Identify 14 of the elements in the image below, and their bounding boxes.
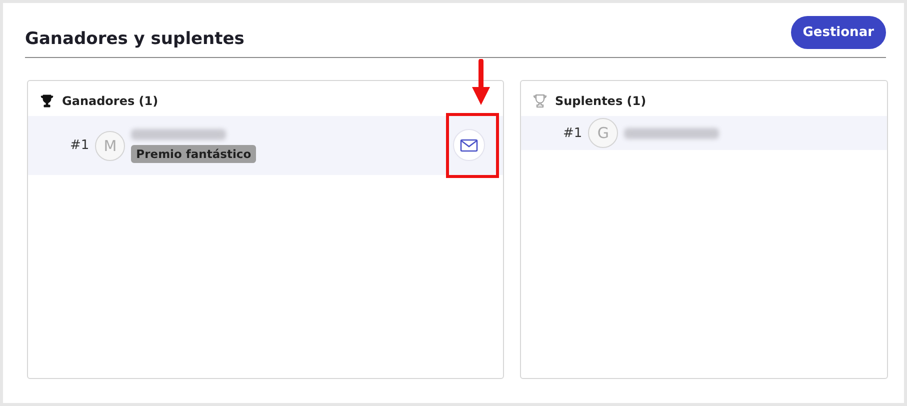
envelope-icon: [460, 138, 478, 152]
section-title: Ganadores y suplentes: [25, 29, 244, 49]
rank-label: #1: [70, 138, 90, 153]
arrow-icon: [471, 59, 491, 107]
panel-heading: Ganadores (1): [62, 94, 158, 108]
email-button[interactable]: [453, 129, 485, 161]
panel-heading: Suplentes (1): [555, 94, 646, 108]
avatar: G: [588, 118, 618, 148]
rank-label: #1: [563, 126, 582, 140]
trophy-icon: [40, 94, 54, 108]
avatar: M: [95, 130, 126, 160]
prize-tag: Premio fantástico: [131, 144, 256, 162]
manage-button[interactable]: Gestionar: [790, 16, 886, 48]
trophy-icon: [533, 94, 547, 108]
